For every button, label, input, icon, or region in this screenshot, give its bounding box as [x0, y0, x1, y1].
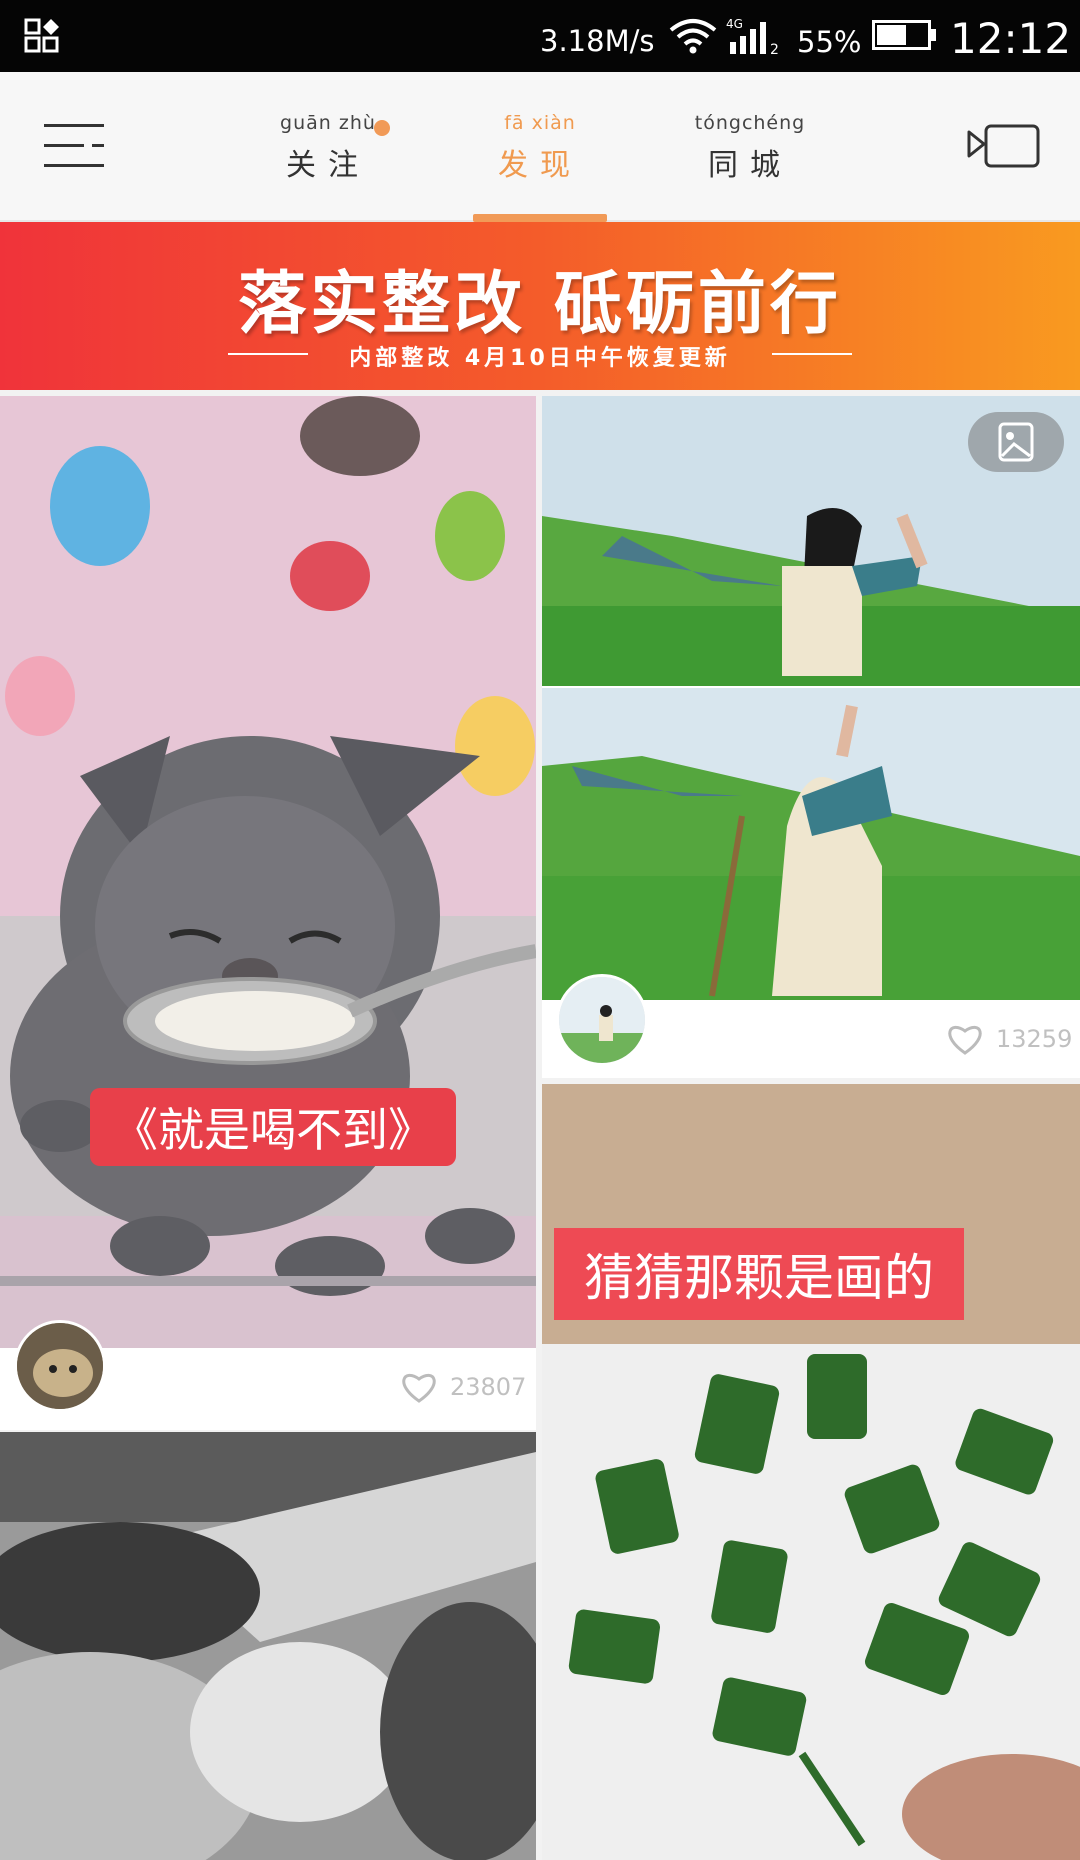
announcement-banner[interactable]: 落实整改 砥砺前行 内部整改 4月10日中午恢复更新: [0, 222, 1080, 390]
heart-icon: [948, 1025, 982, 1055]
gallery-badge: [968, 412, 1064, 472]
top-nav: guān zhù 关注 fā xiàn 发现 tóngchéng 同城: [0, 72, 1080, 222]
tab-nearby-city[interactable]: tóngchéng 同城: [680, 112, 820, 184]
tab-discover-pinyin: fā xiàn: [504, 112, 576, 134]
tab-discover-label: 发现: [498, 148, 582, 183]
status-bar: 3.18M/s 4G 2 55% 12:12: [0, 0, 1080, 72]
feed-card-hillside[interactable]: 13259: [542, 396, 1080, 1078]
app-grid-icon: [24, 18, 59, 53]
battery-icon: [872, 20, 936, 50]
author-avatar[interactable]: [14, 1320, 106, 1412]
tab-city-label: 同城: [708, 148, 792, 183]
candies-photo: [542, 1084, 1080, 1860]
camera-icon[interactable]: [966, 122, 1042, 172]
post-image: [0, 1432, 536, 1860]
menu-icon[interactable]: [44, 122, 104, 170]
feed-card-kitten[interactable]: 《就是喝不到》 23807: [0, 396, 536, 1430]
post-caption: 猜猜那颗是画的: [554, 1228, 964, 1320]
network-speed: 3.18M/s: [540, 24, 655, 58]
hillside-photo: [542, 396, 1080, 1000]
cell-signal-icon: 4G 2: [726, 17, 779, 56]
post-image: [0, 396, 536, 1348]
blurred-photo: [0, 1432, 536, 1860]
avatar-photo: [17, 1323, 103, 1409]
clock: 12:12: [950, 14, 1072, 63]
heart-icon: [402, 1373, 436, 1403]
banner-title: 落实整改 砥砺前行: [238, 264, 842, 344]
tab-discover[interactable]: fā xiàn 发现: [470, 112, 610, 184]
svg-text:2: 2: [770, 42, 779, 56]
like-count-value: 13259: [996, 1025, 1073, 1053]
like-count[interactable]: 13259: [946, 1022, 1072, 1056]
network-type: 4G: [726, 17, 743, 31]
active-tab-indicator: [473, 214, 607, 222]
like-count-value: 23807: [450, 1373, 527, 1401]
author-avatar[interactable]: [556, 974, 648, 1066]
feed-card-candies[interactable]: 猜猜那颗是画的: [542, 1084, 1080, 1860]
like-count[interactable]: 23807: [400, 1370, 526, 1404]
post-caption: 《就是喝不到》: [90, 1088, 456, 1166]
banner-divider-right: [772, 353, 852, 355]
feed-card-blurred[interactable]: [0, 1432, 536, 1860]
wifi-icon: [669, 19, 717, 54]
image-gallery-icon: [998, 422, 1034, 462]
banner-subtitle: 内部整改 4月10日中午恢复更新: [349, 346, 731, 371]
tab-city-pinyin: tóngchéng: [694, 112, 806, 134]
post-image: [542, 396, 1080, 1000]
battery-percent: 55%: [797, 25, 862, 59]
kitten-photo: [0, 396, 536, 1348]
avatar-photo: [559, 977, 645, 1063]
tab-follow-label: 关注: [286, 148, 370, 183]
post-image: [542, 1084, 1080, 1860]
tab-follow[interactable]: guān zhù 关注: [258, 112, 398, 184]
notification-dot: [374, 120, 390, 136]
